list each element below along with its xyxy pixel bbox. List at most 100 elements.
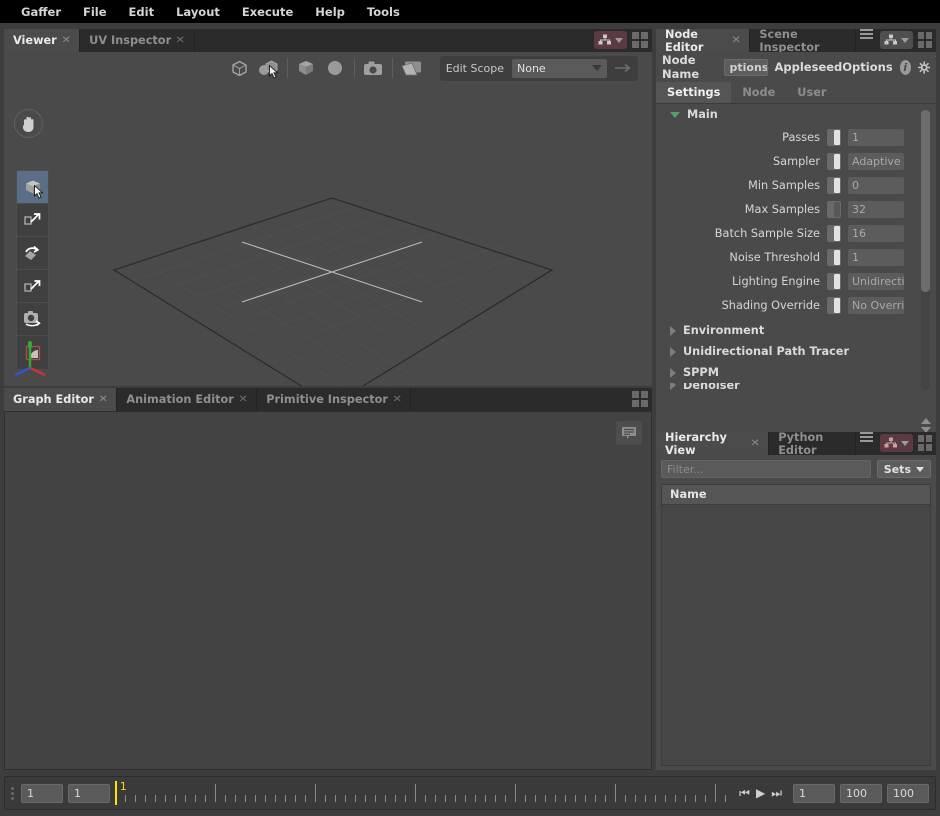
graph-editor-layout-button[interactable] [632, 391, 648, 407]
tab-node-editor[interactable]: Node Editor ✕ [656, 28, 751, 54]
translate-tool[interactable] [17, 204, 48, 237]
param-enable-toggle[interactable] [827, 248, 841, 266]
section-main[interactable]: Main [656, 104, 936, 125]
pan-hand-tool[interactable] [14, 109, 43, 138]
param-value-field[interactable]: Adaptive [848, 152, 904, 170]
grid-cell [632, 400, 639, 407]
playhead-marker[interactable] [115, 781, 117, 805]
param-value-field[interactable]: 1 [848, 128, 904, 146]
cube-icon[interactable] [292, 55, 321, 81]
filter-input[interactable]: Filter... [661, 460, 871, 478]
menu-item-gaffer[interactable]: Gaffer [10, 3, 72, 21]
hierarchy-view-layout-button[interactable] [918, 435, 932, 451]
menu-item-file[interactable]: File [72, 3, 118, 21]
sets-dropdown[interactable]: Sets [876, 460, 931, 478]
section-denoiser[interactable]: Denoiser [656, 383, 936, 391]
node-graph-canvas[interactable]: StandardOptions AppleseedOptions Spreads… [4, 411, 652, 770]
node-editor-parameters-scroll[interactable]: Main Passes 1 Sampler Adaptive Min Sampl… [656, 104, 936, 437]
param-enable-toggle[interactable] [827, 200, 841, 218]
param-value-field[interactable]: 0 [848, 176, 904, 194]
viewer-pin-node-button[interactable] [594, 31, 627, 49]
frame-start-input[interactable]: 1 [21, 783, 63, 803]
node-editor-menu-button[interactable] [860, 29, 874, 52]
tab-node[interactable]: Node [731, 82, 786, 103]
tab-graph-editor[interactable]: Graph Editor ✕ [4, 388, 118, 411]
scrollbar-thumb[interactable] [921, 110, 930, 292]
tab-scene-inspector[interactable]: Scene Inspector [750, 28, 857, 54]
param-value-field[interactable]: 16 [848, 224, 904, 242]
hierarchy-view-pin-button[interactable] [880, 434, 914, 452]
hierarchy-table[interactable]: Name [661, 484, 931, 766]
param-enable-toggle[interactable] [827, 296, 841, 314]
param-value-field[interactable]: Unidirecti [848, 272, 904, 290]
jump-to-end-button[interactable]: ⏭ [771, 786, 782, 801]
node-editor-pin-button[interactable] [880, 31, 914, 49]
jump-to-start-button[interactable]: ⏮ [739, 786, 750, 801]
timeline-grip[interactable] [11, 786, 14, 800]
param-enable-toggle[interactable] [827, 176, 841, 194]
close-icon[interactable]: ✕ [98, 394, 108, 405]
fps-input[interactable]: 100 [840, 783, 882, 803]
chevron-down-icon[interactable] [615, 37, 623, 43]
menu-item-edit[interactable]: Edit [118, 3, 166, 21]
shaded-objects-icon[interactable] [254, 55, 283, 81]
timeline-ruler[interactable]: 1 [115, 780, 728, 806]
tab-user[interactable]: User [786, 82, 837, 103]
param-value-field[interactable]: No Overri [848, 296, 904, 314]
close-icon[interactable]: ✕ [176, 35, 186, 46]
edit-scope-select[interactable]: None [512, 58, 607, 78]
tab-python-editor[interactable]: Python Editor [769, 431, 857, 457]
section-unidirectional-path-tracer[interactable]: Unidirectional Path Tracer [656, 341, 936, 362]
bounding-box-icon[interactable] [225, 55, 254, 81]
param-value-field[interactable]: 1 [848, 248, 904, 266]
close-icon[interactable]: ✕ [731, 35, 741, 46]
param-enable-toggle[interactable] [827, 272, 841, 290]
viewer-viewport[interactable]: Edit Scope None [4, 52, 652, 386]
edit-scope-arrow-icon[interactable] [615, 62, 632, 74]
node-editor-layout-button[interactable] [918, 32, 932, 48]
param-enable-toggle[interactable] [827, 128, 841, 146]
annotations-button[interactable] [616, 421, 642, 445]
gear-icon[interactable] [917, 59, 930, 76]
close-icon[interactable]: ✕ [238, 394, 248, 405]
tab-primitive-inspector[interactable]: Primitive Inspector ✕ [257, 388, 412, 411]
node-name-input[interactable]: ptions [723, 58, 768, 76]
param-enable-toggle[interactable] [827, 152, 841, 170]
menu-item-help[interactable]: Help [304, 3, 356, 21]
menu-item-layout[interactable]: Layout [165, 3, 231, 21]
range-input[interactable]: 100 [887, 783, 929, 803]
column-header-name[interactable]: Name [662, 485, 930, 505]
tab-animation-editor[interactable]: Animation Editor ✕ [117, 388, 258, 411]
camera-tool[interactable] [17, 303, 48, 336]
close-icon[interactable]: ✕ [750, 438, 760, 449]
play-button[interactable]: ▶ [756, 786, 765, 800]
chevron-down-icon[interactable] [901, 440, 910, 446]
scroll-up-icon[interactable] [920, 418, 931, 424]
hierarchy-view-menu-button[interactable] [860, 432, 874, 455]
current-frame-input[interactable]: 1 [793, 783, 835, 803]
tab-settings[interactable]: Settings [656, 82, 732, 103]
section-environment[interactable]: Environment [656, 317, 936, 341]
frame-end-input[interactable]: 1 [68, 783, 110, 803]
menu-item-execute[interactable]: Execute [231, 3, 304, 21]
viewer-layout-button[interactable] [632, 32, 648, 48]
sphere-icon[interactable] [321, 55, 350, 81]
tab-uv-inspector[interactable]: UV Inspector ✕ [80, 29, 195, 52]
node-editor-scrollbar[interactable] [921, 110, 930, 390]
camera-icon[interactable] [359, 55, 388, 81]
section-sppm[interactable]: SPPM [656, 362, 936, 383]
image-layers-icon[interactable] [397, 55, 426, 81]
param-value-field[interactable]: 32 [848, 200, 904, 218]
rotate-tool[interactable] [17, 237, 48, 270]
close-icon[interactable]: ✕ [392, 394, 402, 405]
scale-tool[interactable] [17, 270, 48, 303]
close-icon[interactable]: ✕ [61, 35, 71, 46]
select-tool[interactable] [17, 171, 48, 204]
info-icon[interactable]: i [899, 59, 911, 75]
tab-viewer[interactable]: Viewer ✕ [4, 29, 81, 52]
chevron-down-icon[interactable] [901, 37, 910, 43]
param-enable-toggle[interactable] [827, 224, 841, 242]
viewer-tab-bar: Viewer ✕ UV Inspector ✕ [4, 29, 652, 52]
tab-hierarchy-view[interactable]: Hierarchy View ✕ [656, 431, 770, 457]
menu-item-tools[interactable]: Tools [356, 3, 411, 21]
